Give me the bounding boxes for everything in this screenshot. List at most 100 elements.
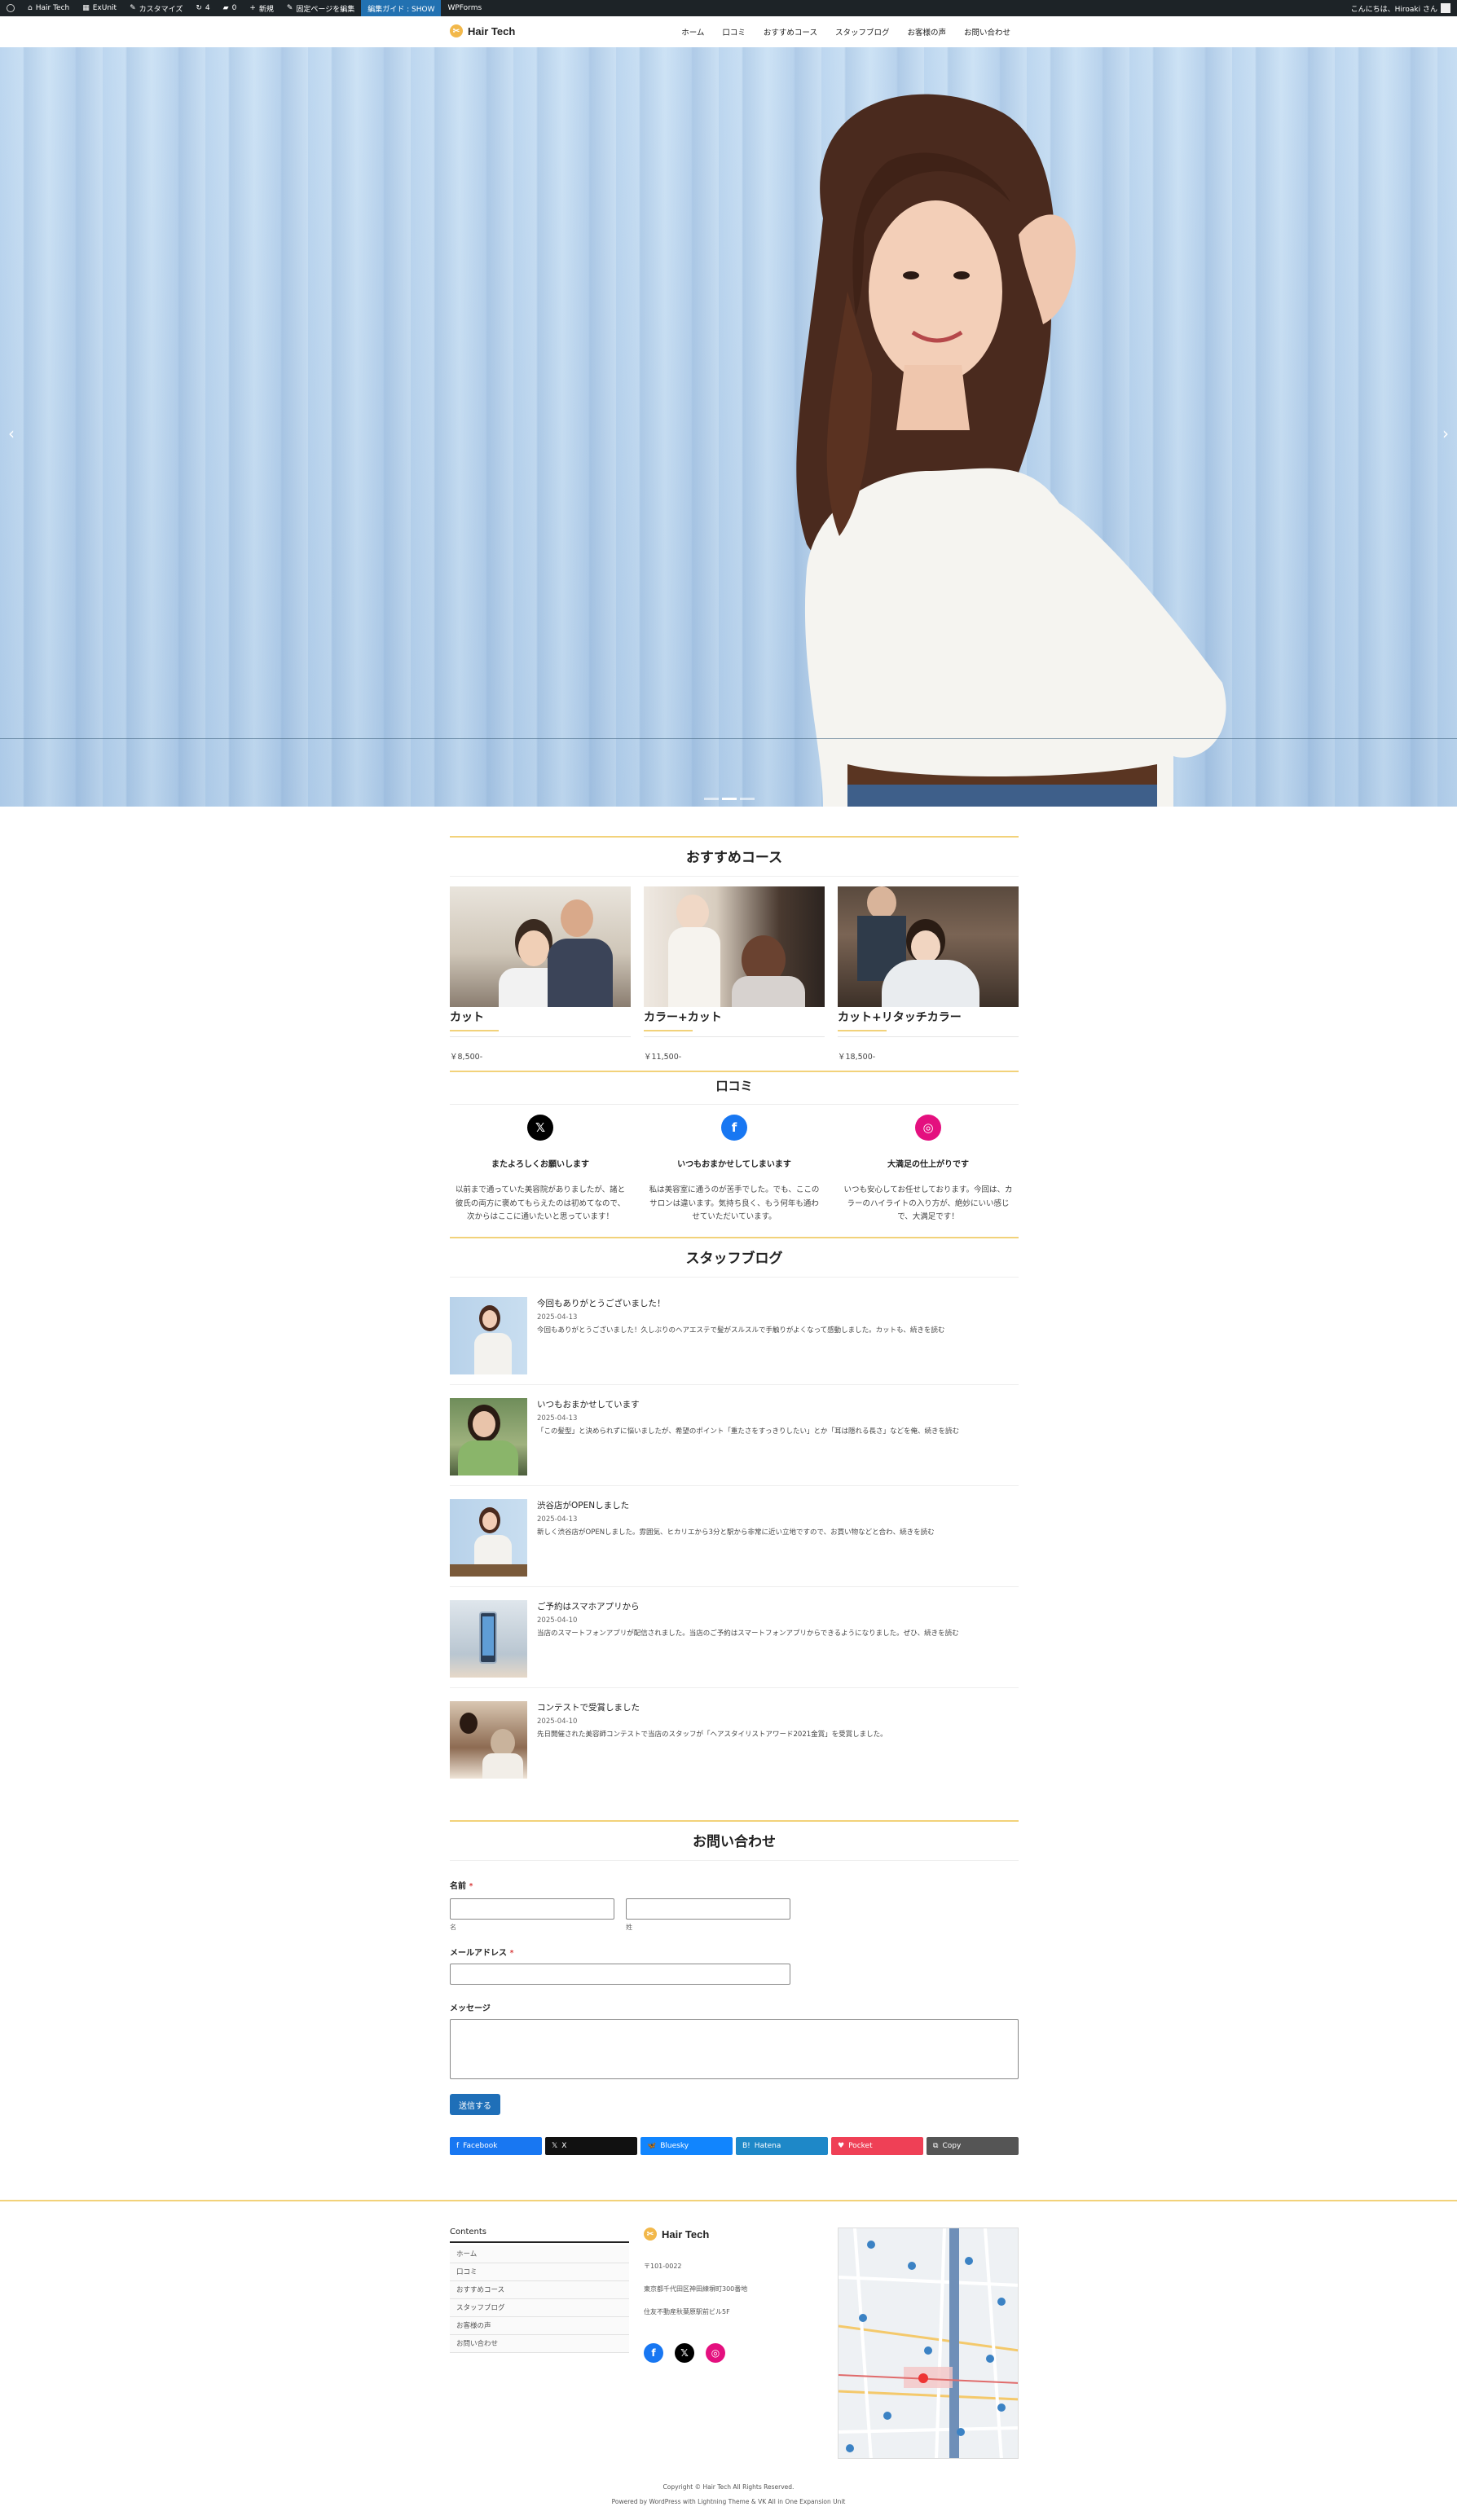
scissors-logo-icon: ✂ [644,2228,657,2241]
review-card: ◎ 大満足の仕上がりです いつも安心してお任せしております。今回は、カラーのハイ… [843,1115,1014,1225]
share-facebook-button[interactable]: f Facebook [450,2137,542,2155]
nav-item-reviews[interactable]: 口コミ [722,26,746,37]
course-name: カット [450,1009,631,1037]
wordpress-icon [7,4,15,12]
course-card[interactable]: カット+リタッチカラー ￥18,500- [838,886,1019,1062]
edit-guide-toggle[interactable]: 編集ガイド : SHOW [361,0,442,16]
post-title[interactable]: 渋谷店がOPENしました [537,1499,629,1511]
post-excerpt: 当店のスマートフォンアプリが配信されました。当店のご予約はスマートフォンアプリか… [537,1629,959,1638]
wpforms-menu[interactable]: WPForms [441,0,488,16]
nav-item-blog[interactable]: スタッフブログ [835,26,890,37]
nav-item-courses[interactable]: おすすめコース [764,26,817,37]
course-price: ￥8,500- [450,1053,483,1062]
footer-building: 住友不動産秋葉原駅前ビル5F [644,2308,730,2315]
course-price: ￥18,500- [838,1053,876,1062]
email-field[interactable] [450,1964,790,1985]
submit-button[interactable]: 送信する [450,2094,500,2115]
x-icon[interactable]: 𝕏 [527,1115,553,1141]
footer-menu-item[interactable]: スタッフブログ [450,2299,629,2317]
post-title[interactable]: いつもおまかせしています [537,1398,640,1410]
post-thumbnail [450,1600,527,1678]
post-title[interactable]: コンテストで受賞しました [537,1701,640,1713]
blog-post[interactable]: いつもおまかせしています 2025-04-13 「この髪型」と決められずに悩いま… [450,1396,1019,1486]
post-title[interactable]: 今回もありがとうございました！ [537,1297,666,1309]
comments-menu[interactable]: ▰ 0 [217,0,244,16]
grid-icon: ▦ [82,4,90,12]
share-hatena-button[interactable]: B! Hatena [736,2137,828,2155]
footer-logo[interactable]: ✂ Hair Tech [644,2228,709,2241]
post-thumbnail [450,1297,527,1374]
first-name-input[interactable] [450,1898,614,1920]
slider-prev-icon[interactable]: ‹ [8,424,15,443]
footer-menu-item[interactable]: ホーム [450,2245,629,2263]
nav-item-home[interactable]: ホーム [681,26,704,37]
review-title: いつもおまかせしてしまいます [677,1160,791,1169]
last-name-input[interactable] [626,1898,790,1920]
powered-by: Powered by WordPress with Lightning Them… [611,2498,846,2505]
facebook-icon[interactable]: f [644,2343,663,2363]
slider-dot[interactable] [740,798,755,800]
nav-item-contact[interactable]: お問い合わせ [964,26,1010,37]
share-copy-button[interactable]: ⧉ Copy [927,2137,1019,2155]
exunit-menu[interactable]: ▦ ExUnit [76,0,123,16]
footer-menu-item[interactable]: お問い合わせ [450,2335,629,2353]
home-icon: ⌂ [28,4,33,12]
footer-menu-item[interactable]: 口コミ [450,2263,629,2281]
plus-icon: + [249,4,256,12]
contact-heading: お問い合わせ [450,1820,1019,1861]
review-title: またよろしくお願いします [491,1160,589,1169]
footer-menu-item[interactable]: おすすめコース [450,2281,629,2299]
scissors-logo-icon: ✂ [450,24,463,37]
course-card[interactable]: カラー+カット ￥11,500- [644,886,825,1062]
blog-post[interactable]: 今回もありがとうございました！ 2025-04-13 今回もありがとうございまし… [450,1295,1019,1385]
course-image [450,886,631,1007]
share-x-button[interactable]: 𝕏X [545,2137,637,2155]
facebook-icon[interactable]: f [721,1115,747,1141]
site-name-menu[interactable]: ⌂ Hair Tech [21,0,76,16]
copyright: Copyright © Hair Tech All Rights Reserve… [662,2483,795,2491]
instagram-icon[interactable]: ◎ [706,2343,725,2363]
google-map[interactable] [838,2228,1019,2459]
hero-slider: ‹ › [0,47,1457,807]
post-thumbnail [450,1398,527,1475]
course-image [838,886,1019,1007]
site-logo[interactable]: ✂ Hair Tech [450,24,515,37]
post-title[interactable]: ご予約はスマホアプリから [537,1600,640,1612]
blog-post[interactable]: ご予約はスマホアプリから 2025-04-10 当店のスマートフォンアプリが配信… [450,1599,1019,1688]
slider-next-icon[interactable]: › [1442,424,1449,443]
x-icon: 𝕏 [552,2142,558,2150]
blog-post[interactable]: コンテストで受賞しました 2025-04-10 先日開催された美容師コンテストで… [450,1700,1019,1789]
footer-menu-item[interactable]: お客様の声 [450,2317,629,2335]
refresh-icon: ↻ [196,4,202,12]
site-header: ✂ Hair Tech ホーム 口コミ おすすめコース スタッフブログ お客様の… [0,16,1457,47]
nav-item-voice[interactable]: お客様の声 [907,26,946,37]
wp-logo-menu[interactable] [0,0,21,16]
blog-post[interactable]: 渋谷店がOPENしました 2025-04-13 新しく渋谷店がOPENしました。… [450,1497,1019,1587]
course-name: カット+リタッチカラー [838,1009,1019,1037]
customize-menu[interactable]: ✎ カスタマイズ [123,0,189,16]
instagram-icon[interactable]: ◎ [915,1115,941,1141]
post-excerpt: 先日開催された美容師コンテストで当店のスタッフが「ヘアスタイリストアワード202… [537,1731,887,1739]
slider-dot[interactable] [722,798,737,800]
slider-dot[interactable] [704,798,719,800]
course-card[interactable]: カット ￥8,500- [450,886,631,1062]
post-thumbnail [450,1701,527,1779]
pencil-icon: ✎ [286,4,293,12]
admin-bar: ⌂ Hair Tech ▦ ExUnit ✎ カスタマイズ ↻ 4 ▰ 0 + 新規 ✎ 固定… [0,0,1457,16]
post-excerpt: 今回もありがとうございました！久しぶりのヘアエステで髪がスルスルで手触りがよくな… [537,1326,945,1335]
brush-icon: ✎ [130,4,136,12]
post-excerpt: 新しく渋谷店がOPENしました。雰囲気、ヒカリエから3分と駅から非常に近い立地で… [537,1528,935,1537]
updates-menu[interactable]: ↻ 4 [189,0,216,16]
new-content-menu[interactable]: + 新規 [243,0,280,16]
account-menu[interactable]: こんにちは、Hiroaki さん [1345,0,1457,16]
courses-heading: おすすめコース [450,836,1019,877]
share-pocket-button[interactable]: ♥ Pocket [831,2137,923,2155]
review-body: 私は美容室に通うのが苦手でした。でも、ここのサロンは違います。気持ち良く、もう何… [649,1185,820,1222]
avatar [1441,3,1450,13]
footer-address: 東京都千代田区神田練塀町300番地 [644,2285,748,2293]
edit-page-menu[interactable]: ✎ 固定ページを編集 [280,0,361,16]
share-bluesky-button[interactable]: 🦋 Bluesky [640,2137,733,2155]
message-textarea[interactable] [450,2019,1019,2079]
x-icon[interactable]: 𝕏 [675,2343,694,2363]
post-date: 2025-04-10 [537,1717,578,1726]
